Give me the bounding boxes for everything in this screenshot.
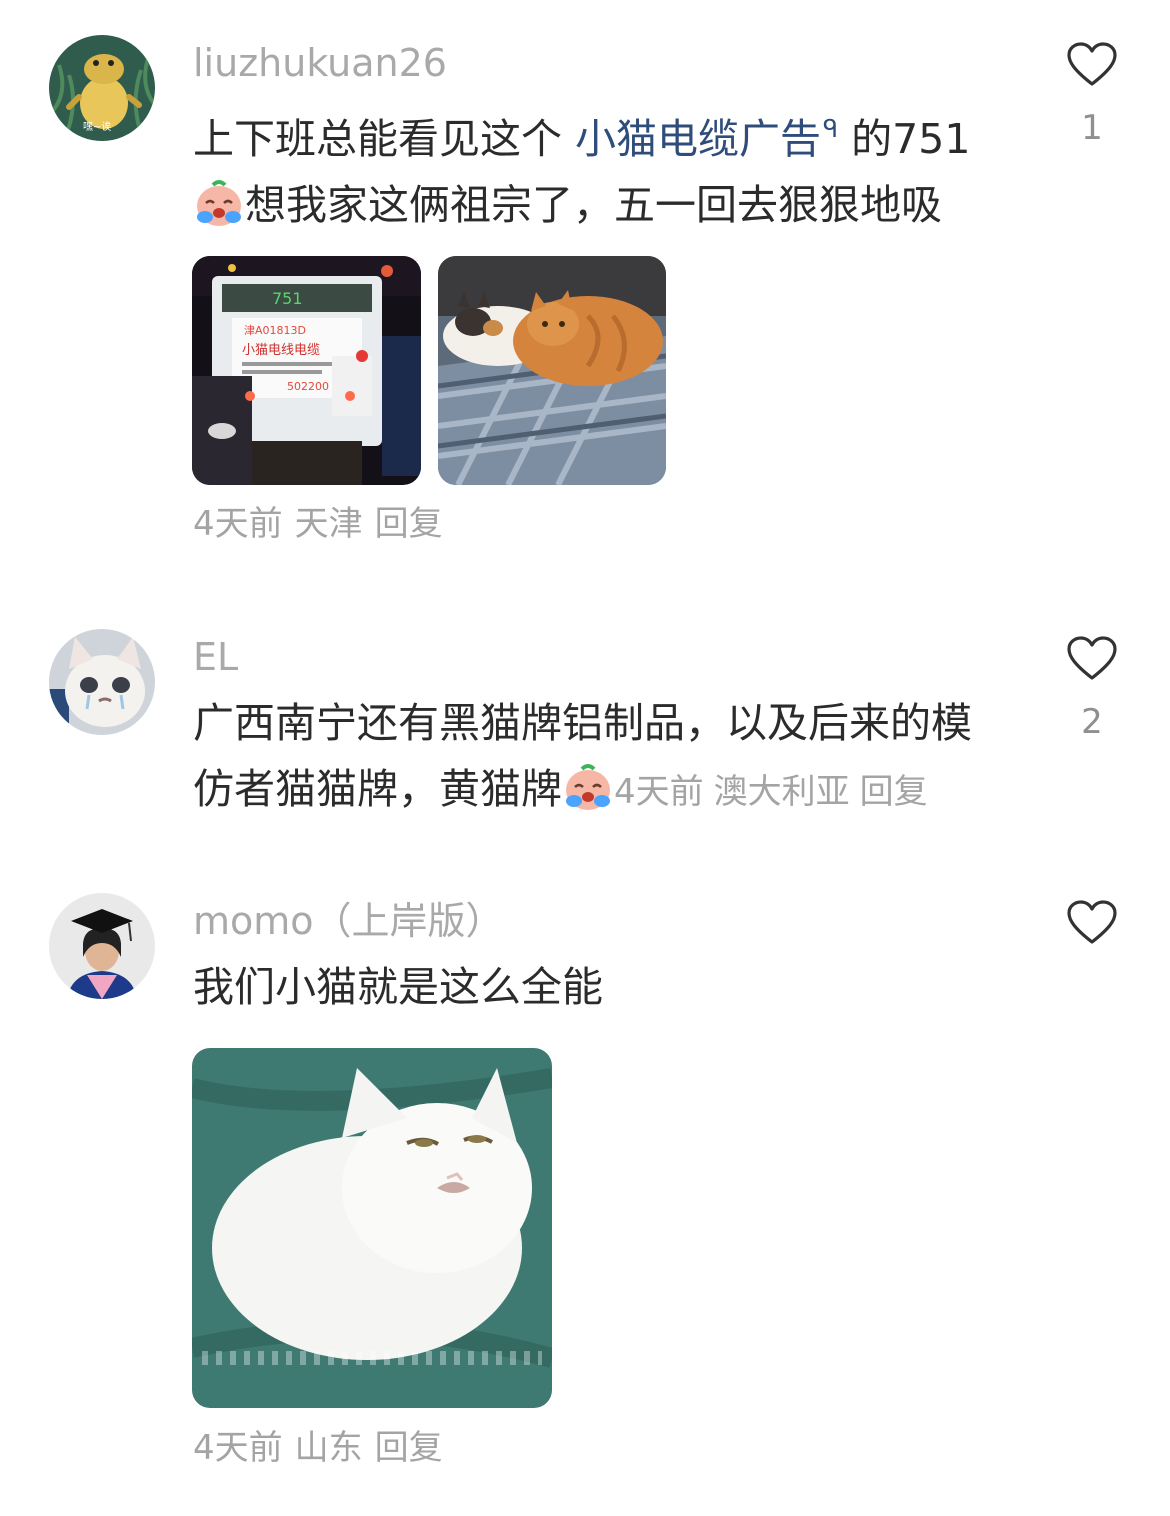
comment-location: 澳大利亚 [713,772,850,812]
comment-meta: 4天前 澳大利亚 回复 [614,772,938,812]
heart-outline-icon [1067,42,1117,86]
comment-time: 4天前 [193,504,283,544]
like-count: 1 [1081,108,1103,148]
reply-button[interactable]: 回复 [375,504,443,544]
bus-plate: 津A01813D [244,324,306,337]
avatar[interactable]: 嘿~诶 [49,35,155,141]
comment-image[interactable]: 751 津A01813D 小猫电线电缆 502200 [192,256,421,485]
comment-text: 广西南宁还有黑猫牌铝制品，以及后来的模 仿者猫猫牌，黄猫牌 4天前 澳大利亚 回复 [193,690,1023,825]
avatar[interactable] [49,893,155,999]
crying-face-emoji [197,180,241,226]
like-button[interactable] [1066,900,1118,946]
reply-button[interactable]: 回复 [375,1428,443,1468]
comment-time: 4天前 [193,1428,283,1468]
like-button[interactable] [1066,636,1118,682]
comment-text-part: 上下班总能看见这个 [193,115,576,163]
comment-image[interactable] [438,256,666,485]
comment-image[interactable] [192,1048,552,1408]
bus-ad-title: 小猫电线电缆 [242,342,320,358]
comment-text-part: 广西南宁还有黑猫牌铝制品，以及后来的模 [193,699,972,747]
avatar[interactable] [49,629,155,735]
comment-text-part: 的751 [838,115,971,163]
search-link-label: 小猫电缆广告 [575,115,822,163]
comment-item: EL 2 广西南宁还有黑猫牌铝制品，以及后来的模 仿者猫猫牌，黄猫牌 4天前 澳大… [0,600,1170,860]
heart-outline-icon [1067,900,1117,944]
like-button[interactable] [1066,42,1118,88]
comment-meta: 4天前 山东 回复 [193,1426,455,1470]
comment-username[interactable]: liuzhukuan26 [193,40,447,86]
like-count: 2 [1081,702,1103,742]
reply-button[interactable]: 回复 [860,772,928,812]
search-link[interactable]: 小猫电缆广告ᑫ [575,115,838,163]
crying-face-emoji [566,764,610,810]
comment-username[interactable]: momo（上岸版） [193,898,504,944]
comment-text-part: 想我家这俩祖宗了，五一回去狠狠地吸 [245,181,942,229]
comment-meta: 4天前 天津 回复 [193,502,455,546]
bus-route-number: 751 [272,289,303,308]
comment-text-part: 仿者猫猫牌，黄猫牌 [193,765,562,813]
comment-item: momo（上岸版） 我们小猫就是这么全能 4天前 山东 回复 [0,870,1170,1510]
avatar-caption: 嘿~诶 [83,122,112,133]
comment-text: 我们小猫就是这么全能 [193,963,603,1011]
heart-outline-icon [1067,636,1117,680]
comment-time: 4天前 [614,772,704,812]
comment-location: 天津 [294,504,363,544]
comment-username[interactable]: EL [193,634,238,680]
comment-text: 上下班总能看见这个 小猫电缆广告ᑫ 的751 想我家这俩祖宗了，五一回去狠狠地吸 [193,96,1023,238]
search-icon: ᑫ [823,115,839,143]
comment-item: 嘿~诶 liuzhukuan26 1 上下班总能看见这个 小猫电缆广告ᑫ 的75… [0,0,1170,580]
bus-ad-phone: 502200 [287,380,329,393]
comment-location: 山东 [294,1428,363,1468]
